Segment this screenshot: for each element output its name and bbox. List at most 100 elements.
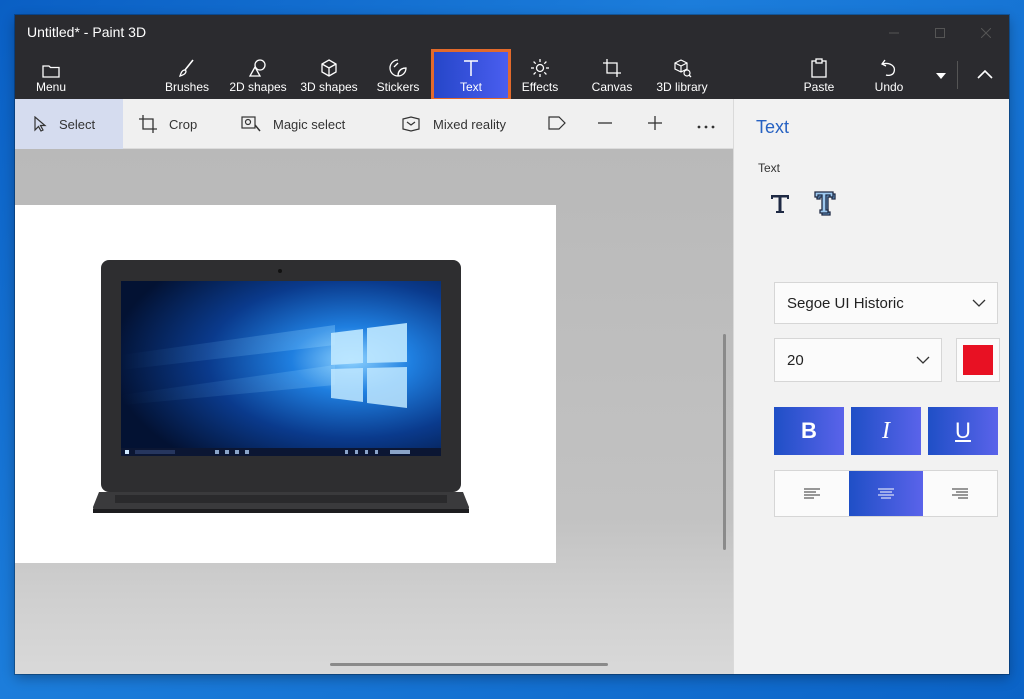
panel-title: Text <box>756 117 790 137</box>
zoom-in-button[interactable] <box>647 99 667 149</box>
align-center-button[interactable] <box>849 471 923 516</box>
undo-label: Undo <box>874 80 904 94</box>
ribbon: Menu Brushes 2D shapes 3D shapes Sticker <box>15 49 1009 101</box>
3d-text-button[interactable] <box>810 187 842 219</box>
tab-3d-library[interactable]: 3D library <box>651 51 713 99</box>
menu-button[interactable]: Menu <box>29 51 73 99</box>
align-left-button[interactable] <box>775 471 849 516</box>
align-right-icon <box>952 488 968 498</box>
bold-button[interactable]: B <box>774 407 844 455</box>
magic-select-tool[interactable]: Magic select <box>241 99 361 149</box>
tab-label: Stickers <box>376 80 420 94</box>
tab-canvas[interactable]: Canvas <box>585 51 639 99</box>
tab-label: Canvas <box>591 80 633 94</box>
undo-button[interactable]: Undo <box>869 51 909 99</box>
3d-shapes-icon <box>319 56 339 78</box>
ribbon-divider <box>957 61 958 89</box>
perspective-icon <box>547 115 567 134</box>
tool-bar: Select Crop Magic select Mixed reality <box>15 99 733 149</box>
chevron-up-icon <box>977 66 993 84</box>
zoom-out-button[interactable] <box>597 99 617 149</box>
brush-icon <box>177 56 197 78</box>
text-icon <box>461 56 481 78</box>
alignment-group <box>774 470 998 517</box>
tab-text[interactable]: Text <box>431 49 511 101</box>
minimize-button[interactable] <box>871 15 917 51</box>
view-3d-button[interactable] <box>547 99 569 149</box>
italic-button[interactable]: I <box>851 407 921 455</box>
panel-subtitle: Text <box>758 161 781 175</box>
italic-label: I <box>882 417 890 444</box>
2d-shapes-icon <box>248 56 268 78</box>
close-button[interactable] <box>963 15 1009 51</box>
vertical-scrollbar[interactable] <box>723 334 726 550</box>
more-options-button[interactable] <box>697 99 719 149</box>
laptop-image[interactable] <box>15 205 556 563</box>
text-color-picker[interactable] <box>956 338 1000 382</box>
tab-label: Brushes <box>164 80 210 94</box>
tab-3d-shapes[interactable]: 3D shapes <box>297 51 361 99</box>
cursor-icon <box>33 116 47 132</box>
magic-select-icon <box>241 116 261 132</box>
crop-label: Crop <box>169 116 198 132</box>
tab-label: Effects <box>521 80 559 94</box>
window-title: Untitled* - Paint 3D <box>27 24 147 40</box>
workspace[interactable] <box>15 149 733 674</box>
chevron-down-icon <box>961 299 997 307</box>
canvas[interactable] <box>15 205 556 563</box>
clipboard-icon <box>810 56 828 78</box>
chevron-down-icon <box>905 356 941 364</box>
mixed-reality-tool[interactable]: Mixed reality <box>401 99 519 149</box>
maximize-icon <box>935 28 945 38</box>
crop-tool[interactable]: Crop <box>139 99 219 149</box>
font-size-value: 20 <box>787 351 804 369</box>
maximize-button[interactable] <box>917 15 963 51</box>
tab-brushes[interactable]: Brushes <box>159 51 215 99</box>
font-size-select[interactable]: 20 <box>774 338 942 382</box>
paste-label: Paste <box>803 80 835 94</box>
folder-icon <box>42 56 60 78</box>
history-dropdown-button[interactable] <box>929 51 953 99</box>
tab-label: Text <box>459 80 482 94</box>
align-center-icon <box>878 488 894 498</box>
tab-2d-shapes[interactable]: 2D shapes <box>225 51 291 99</box>
tab-effects[interactable]: Effects <box>515 51 565 99</box>
text-panel: Text Text Segoe UI Historic 20 B I U <box>733 99 1009 674</box>
plus-icon <box>647 115 663 134</box>
title-bar: Untitled* - Paint 3D <box>15 15 1009 51</box>
tab-stickers[interactable]: Stickers <box>371 51 425 99</box>
underline-button[interactable]: U <box>928 407 998 455</box>
tab-label: 2D shapes <box>229 80 287 94</box>
chevron-down-icon <box>936 66 946 84</box>
select-label: Select <box>59 116 96 132</box>
underline-label: U <box>955 418 971 443</box>
crop-icon <box>139 115 157 133</box>
ellipsis-icon <box>697 117 715 132</box>
align-left-icon <box>804 488 820 498</box>
mixed-reality-icon <box>401 116 421 132</box>
select-tool[interactable]: Select <box>15 99 123 149</box>
menu-label: Menu <box>35 80 67 94</box>
paint-3d-window: Untitled* - Paint 3D Menu Brushes 2D sha… <box>15 15 1009 674</box>
magic-select-label: Magic select <box>273 116 346 132</box>
mixed-reality-label: Mixed reality <box>433 116 506 132</box>
tab-label: 3D library <box>656 80 708 94</box>
canvas-icon <box>602 56 622 78</box>
font-family-select[interactable]: Segoe UI Historic <box>774 282 998 324</box>
2d-text-icon <box>771 195 789 213</box>
3d-library-icon <box>672 56 692 78</box>
bold-label: B <box>801 418 817 443</box>
undo-icon <box>880 56 898 78</box>
horizontal-scrollbar[interactable] <box>330 663 608 666</box>
color-swatch <box>963 345 993 375</box>
font-family-value: Segoe UI Historic <box>787 294 904 312</box>
minimize-icon <box>889 32 899 34</box>
2d-text-button[interactable] <box>764 187 796 219</box>
align-right-button[interactable] <box>923 471 997 516</box>
collapse-ribbon-button[interactable] <box>967 51 1003 99</box>
3d-text-icon <box>814 191 836 216</box>
paste-button[interactable]: Paste <box>797 51 841 99</box>
minus-icon <box>597 115 613 134</box>
stickers-icon <box>388 56 408 78</box>
window-controls <box>871 15 1009 51</box>
